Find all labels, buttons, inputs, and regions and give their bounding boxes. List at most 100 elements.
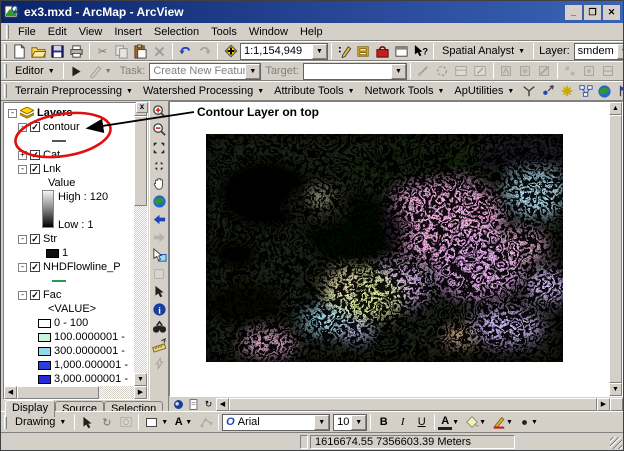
layer-checkbox[interactable]: ✓: [30, 164, 40, 174]
terrain-preprocessing-menu[interactable]: Terrain Preprocessing▼: [10, 84, 138, 98]
go-forward-extent-tool[interactable]: [150, 229, 168, 246]
edit-tool-button[interactable]: [67, 62, 86, 80]
layer-item-lnk[interactable]: - ✓ Lnk: [8, 162, 134, 176]
toolbar-grip[interactable]: [4, 415, 7, 429]
toc-layers-header[interactable]: - Layers: [8, 106, 134, 120]
menu-file[interactable]: File: [12, 25, 42, 39]
rotate-tool-button[interactable]: [433, 62, 452, 80]
layer-name[interactable]: contour: [43, 121, 80, 133]
close-button[interactable]: ✕: [603, 5, 620, 20]
layer-name[interactable]: Fac: [43, 289, 61, 301]
layer-item-str[interactable]: - ✓ Str: [8, 232, 134, 246]
assign-related-tool[interactable]: [557, 82, 576, 100]
go-back-extent-tool[interactable]: [150, 211, 168, 228]
cut-button[interactable]: ✂: [93, 42, 112, 60]
scroll-down-icon[interactable]: ▼: [609, 383, 622, 396]
hyperlink-tool[interactable]: [150, 355, 168, 372]
copy-button[interactable]: [112, 42, 131, 60]
menu-window[interactable]: Window: [243, 25, 294, 39]
refresh-view-button[interactable]: ↻: [201, 398, 216, 411]
legend-swatch[interactable]: [38, 361, 51, 370]
line-color-button[interactable]: [491, 413, 506, 431]
redo-button[interactable]: [195, 42, 214, 60]
layer-checkbox[interactable]: ✓: [30, 234, 40, 244]
measure-tool[interactable]: [150, 337, 168, 354]
whats-this-button[interactable]: ?: [411, 42, 430, 60]
legend-swatch[interactable]: [46, 249, 59, 258]
contour-symbol-row[interactable]: [8, 134, 134, 148]
select-elements-button[interactable]: [78, 413, 97, 431]
font-combo[interactable]: OArial ▼: [222, 414, 330, 431]
title-bar[interactable]: ex3.mxd - ArcMap - ArcView _ ❒ ✕: [1, 1, 623, 23]
scroll-left-icon[interactable]: ◀: [4, 386, 17, 399]
underline-button[interactable]: U: [412, 414, 431, 431]
scrollbar-thumb[interactable]: [229, 398, 597, 411]
full-extent-tool[interactable]: [150, 193, 168, 210]
layer-checkbox[interactable]: ✓: [30, 290, 40, 300]
open-button[interactable]: [29, 42, 48, 60]
marker-color-button[interactable]: [518, 413, 531, 431]
shape-tool-dropdown[interactable]: ▼: [161, 419, 168, 426]
menu-grip[interactable]: [6, 25, 9, 39]
layer-name[interactable]: Lnk: [43, 163, 61, 175]
color-ramp[interactable]: [42, 190, 54, 228]
layer-item-cat[interactable]: + ✓ Cat: [8, 148, 134, 162]
tab-display[interactable]: Display: [5, 400, 55, 417]
collapse-icon[interactable]: -: [18, 123, 27, 132]
attribute-tools-menu[interactable]: Attribute Tools▼: [269, 84, 359, 98]
editor-extra-button-6[interactable]: [599, 62, 618, 80]
data-view-button[interactable]: [171, 398, 186, 411]
menu-insert[interactable]: Insert: [108, 25, 148, 39]
collapse-icon[interactable]: -: [18, 165, 27, 174]
identify-tool[interactable]: i: [150, 301, 168, 318]
paste-button[interactable]: [131, 42, 150, 60]
menu-view[interactable]: View: [73, 25, 109, 39]
arctoolbox-button[interactable]: [373, 42, 392, 60]
select-features-tool[interactable]: [150, 247, 168, 264]
collapse-icon[interactable]: -: [18, 235, 27, 244]
rotate-element-button[interactable]: ↻: [97, 413, 116, 431]
legend-swatch[interactable]: [38, 333, 51, 342]
italic-button[interactable]: I: [393, 414, 412, 431]
map-horizontal-scrollbar[interactable]: ◀ ▶: [216, 398, 623, 411]
scrollbar-thumb[interactable]: [609, 115, 622, 383]
layer-checkbox[interactable]: ✓: [30, 150, 40, 160]
command-line-window-button[interactable]: [392, 42, 411, 60]
zoom-to-selected-button[interactable]: [116, 413, 135, 431]
scroll-right-icon[interactable]: ▶: [134, 386, 147, 399]
sketch-properties-button[interactable]: [471, 62, 490, 80]
scrollbar-thumb[interactable]: [17, 386, 99, 399]
map-canvas[interactable]: Contour Layer on top: [169, 101, 623, 397]
scroll-right-icon[interactable]: ▶: [597, 398, 610, 411]
layer-name[interactable]: NHDFlowline_P: [43, 261, 121, 273]
collapse-icon[interactable]: -: [8, 109, 17, 118]
find-tool[interactable]: [150, 319, 168, 336]
drawing-menu[interactable]: Drawing ▼: [10, 415, 71, 429]
add-data-button[interactable]: [221, 42, 240, 60]
dropdown-arrow-icon[interactable]: ▼: [617, 44, 623, 59]
editor-extra-button-3[interactable]: [535, 62, 554, 80]
split-tool-button[interactable]: [414, 62, 433, 80]
clear-selection-tool[interactable]: [150, 265, 168, 282]
fixed-zoom-out-tool[interactable]: [150, 157, 168, 174]
layer-item-contour[interactable]: - ✓ contour: [8, 120, 134, 134]
pan-tool[interactable]: [150, 175, 168, 192]
maximize-button[interactable]: ❒: [584, 5, 601, 20]
line-color-dropdown[interactable]: ▼: [506, 419, 513, 426]
arccatalog-button[interactable]: [354, 42, 373, 60]
layout-view-button[interactable]: [186, 398, 201, 411]
target-combo[interactable]: ▼: [303, 63, 407, 80]
dropdown-arrow-icon[interactable]: ▼: [351, 415, 366, 430]
marker-color-dropdown[interactable]: ▼: [531, 419, 538, 426]
save-button[interactable]: [48, 42, 67, 60]
task-combo[interactable]: Create New Feature ▼: [149, 63, 261, 80]
aputilities-menu[interactable]: ApUtilities▼: [449, 84, 519, 98]
scroll-up-icon[interactable]: ▲: [609, 102, 622, 115]
sketch-tool-button[interactable]: [86, 62, 105, 80]
scrollbar-thumb[interactable]: [134, 116, 147, 206]
legend-swatch[interactable]: [38, 375, 51, 384]
font-size-combo[interactable]: 10 ▼: [333, 414, 367, 431]
zoom-out-tool[interactable]: [150, 121, 168, 138]
scroll-left-icon[interactable]: ◀: [216, 398, 229, 411]
dropdown-arrow-icon[interactable]: ▼: [245, 64, 260, 79]
